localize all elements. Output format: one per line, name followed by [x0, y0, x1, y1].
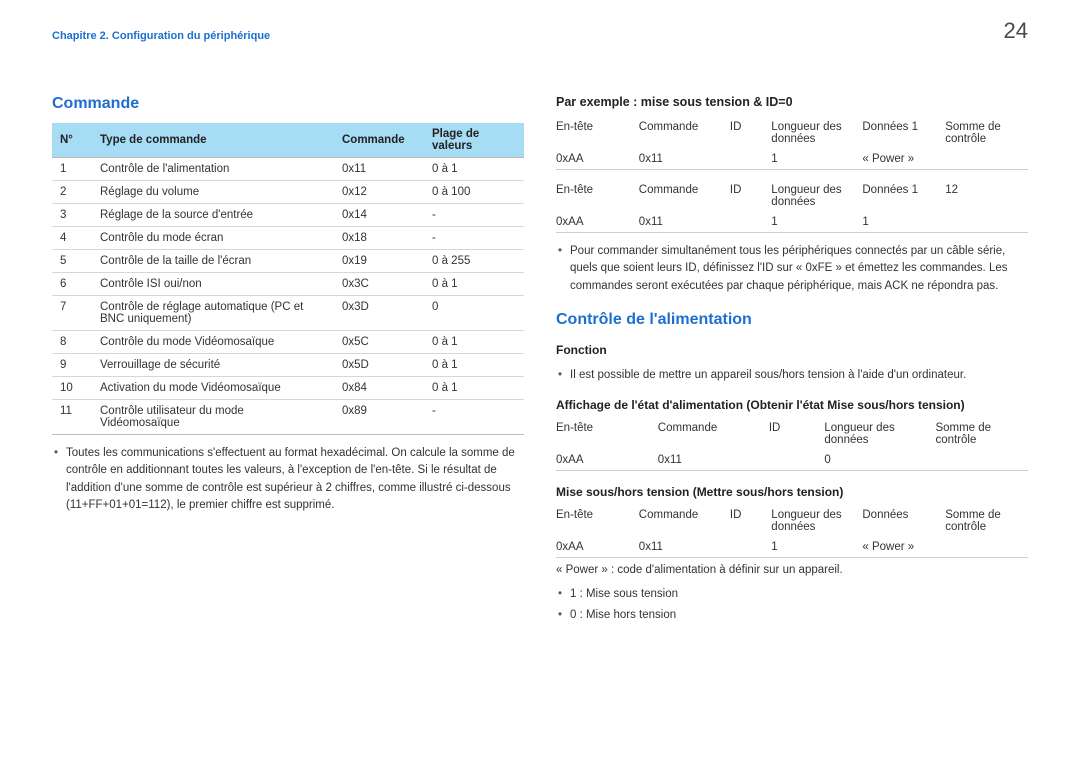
table-cell: Verrouillage de sécurité	[92, 354, 334, 377]
table-cell: 6	[52, 273, 92, 296]
table-cell: 5	[52, 250, 92, 273]
broadcast-note: Pour commander simultanément tous les pé…	[556, 243, 1028, 295]
table-cell: -	[424, 400, 524, 435]
table-cell: 0x3D	[334, 296, 424, 331]
set-power-title: Mise sous/hors tension (Mettre sous/hors…	[556, 485, 1028, 499]
page-number: 24	[1004, 18, 1028, 44]
table-cell: 0 à 1	[424, 273, 524, 296]
right-column: Par exemple : mise sous tension & ID=0 E…	[556, 95, 1028, 629]
table-cell: 4	[52, 227, 92, 250]
table-cell: 0 à 1	[424, 158, 524, 181]
table-cell: 0x14	[334, 204, 424, 227]
table-cell: Contrôle ISI oui/non	[92, 273, 334, 296]
table-cell: 0x84	[334, 377, 424, 400]
command-table: N° Type de commande Commande Plage de va…	[52, 123, 524, 435]
col-type: Type de commande	[92, 123, 334, 158]
function-title: Fonction	[556, 343, 1028, 357]
table-cell: Contrôle de l'alimentation	[92, 158, 334, 181]
table-cell: Contrôle du mode écran	[92, 227, 334, 250]
table-cell: 0x11	[334, 158, 424, 181]
table-cell: Réglage de la source d'entrée	[92, 204, 334, 227]
example-table-1: En-tête Commande ID Longueur des données…	[556, 117, 1028, 170]
table-cell: Contrôle de la taille de l'écran	[92, 250, 334, 273]
table-cell: Réglage du volume	[92, 181, 334, 204]
hex-note: Toutes les communications s'effectuent a…	[52, 445, 524, 514]
col-range: Plage de valeurs	[424, 123, 524, 158]
power-control-title: Contrôle de l'alimentation	[556, 311, 1028, 329]
table-cell: 2	[52, 181, 92, 204]
table-cell: 0x18	[334, 227, 424, 250]
table-cell: 0x5D	[334, 354, 424, 377]
table-cell: 1	[52, 158, 92, 181]
table-cell: 3	[52, 204, 92, 227]
power-on-value: 1 : Mise sous tension	[556, 586, 1028, 603]
table-cell: 0 à 1	[424, 377, 524, 400]
table-cell: 0x19	[334, 250, 424, 273]
table-cell: -	[424, 227, 524, 250]
example-title: Par exemple : mise sous tension & ID=0	[556, 95, 1028, 109]
power-code-note: « Power » : code d'alimentation à défini…	[556, 564, 1028, 576]
table-cell: 0x89	[334, 400, 424, 435]
table-cell: 0x3C	[334, 273, 424, 296]
example-table-2: En-tête Commande ID Longueur des données…	[556, 180, 1028, 233]
left-column: Commande N° Type de commande Commande Pl…	[52, 95, 524, 629]
function-text: Il est possible de mettre un appareil so…	[556, 367, 1028, 384]
section-title-commande: Commande	[52, 95, 524, 113]
table-cell: 0 à 1	[424, 354, 524, 377]
table-cell: 9	[52, 354, 92, 377]
table-cell: 0x5C	[334, 331, 424, 354]
get-power-title: Affichage de l'état d'alimentation (Obte…	[556, 398, 1028, 412]
set-power-table: En-tête Commande ID Longueur des données…	[556, 505, 1028, 558]
table-cell: 7	[52, 296, 92, 331]
table-cell: 0 à 1	[424, 331, 524, 354]
col-num: N°	[52, 123, 92, 158]
table-cell: -	[424, 204, 524, 227]
table-cell: 10	[52, 377, 92, 400]
table-cell: 0 à 100	[424, 181, 524, 204]
table-cell: Contrôle de réglage automatique (PC et B…	[92, 296, 334, 331]
table-cell: 0x12	[334, 181, 424, 204]
col-cmd: Commande	[334, 123, 424, 158]
table-cell: Contrôle du mode Vidéomosaïque	[92, 331, 334, 354]
get-power-table: En-tête Commande ID Longueur des données…	[556, 418, 1028, 471]
table-cell: 0	[424, 296, 524, 331]
table-cell: 0 à 255	[424, 250, 524, 273]
table-cell: Contrôle utilisateur du mode Vidéomosaïq…	[92, 400, 334, 435]
table-cell: 8	[52, 331, 92, 354]
power-off-value: 0 : Mise hors tension	[556, 607, 1028, 624]
table-cell: Activation du mode Vidéomosaïque	[92, 377, 334, 400]
table-cell: 11	[52, 400, 92, 435]
chapter-title: Chapitre 2. Configuration du périphériqu…	[52, 30, 1028, 42]
